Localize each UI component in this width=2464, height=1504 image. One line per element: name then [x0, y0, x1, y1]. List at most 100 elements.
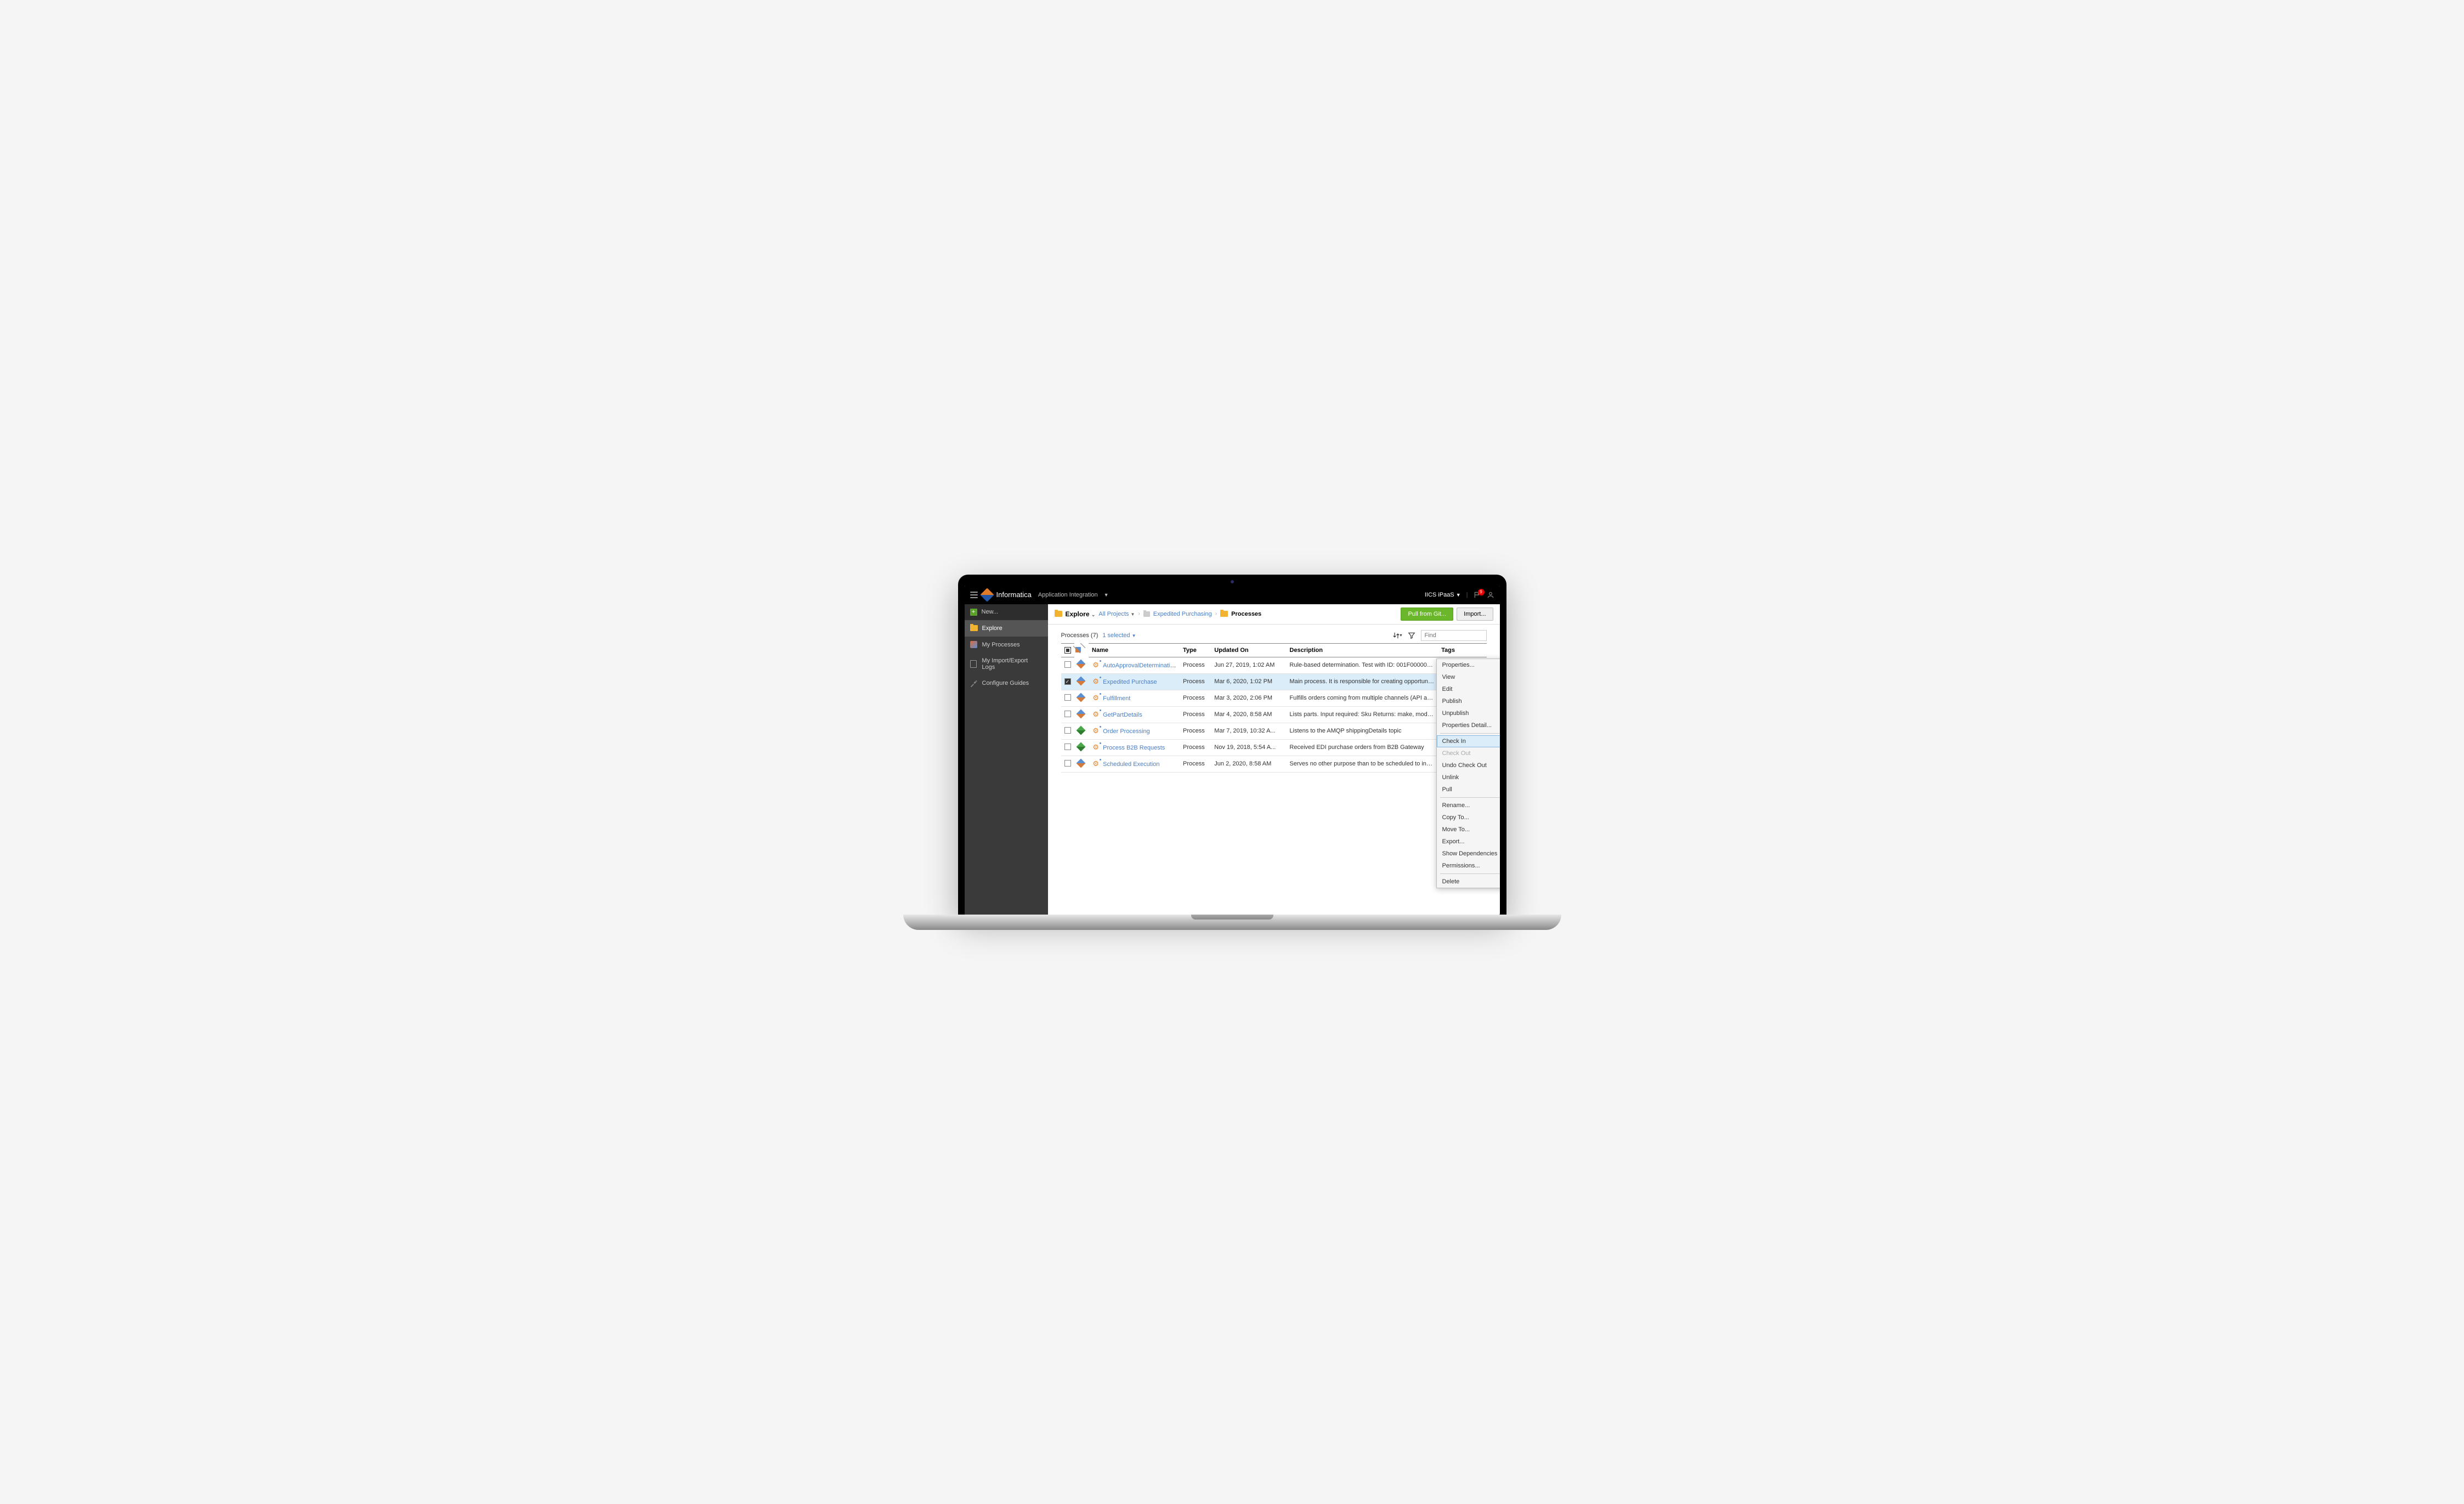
- process-icon: [970, 641, 978, 649]
- cell-type: Process: [1180, 756, 1211, 772]
- menu-separator: [1440, 873, 1500, 874]
- gear-icon: ⚙: [1092, 694, 1100, 702]
- sidebar-item-import-export-logs[interactable]: My Import/Export Logs: [965, 653, 1048, 675]
- menu-item-properties-detail[interactable]: Properties Detail...: [1437, 719, 1500, 731]
- sidebar-item-label: Explore: [982, 625, 1002, 632]
- cell-updated: Nov 19, 2018, 5:54 A...: [1211, 739, 1286, 756]
- row-checkbox[interactable]: [1064, 694, 1071, 701]
- sidebar-item-my-processes[interactable]: My Processes: [965, 637, 1048, 653]
- menu-item-pull[interactable]: Pull: [1437, 784, 1500, 796]
- breadcrumb-mid[interactable]: Expedited Purchasing: [1153, 611, 1212, 617]
- cell-updated: Jun 2, 2020, 8:58 AM: [1211, 756, 1286, 772]
- gear-icon: ⚙: [1092, 711, 1100, 718]
- row-checkbox[interactable]: [1064, 760, 1071, 767]
- menu-item-unlink[interactable]: Unlink: [1437, 771, 1500, 784]
- gear-icon: ⚙: [1092, 727, 1100, 735]
- gear-icon: ⚙: [1092, 678, 1100, 685]
- chevron-down-icon[interactable]: ▼: [1104, 592, 1109, 598]
- col-name[interactable]: Name: [1089, 643, 1180, 657]
- col-desc[interactable]: Description: [1286, 643, 1438, 657]
- plus-icon: +: [970, 609, 977, 616]
- sidebar-item-label: My Processes: [982, 642, 1020, 648]
- col-tags[interactable]: Tags: [1438, 643, 1486, 657]
- menu-item-edit[interactable]: Edit: [1437, 683, 1500, 695]
- process-name-link[interactable]: Expedited Purchase: [1103, 679, 1157, 685]
- status-diamond-icon: [1076, 742, 1085, 751]
- menu-item-copy-to[interactable]: Copy To...: [1437, 811, 1500, 824]
- user-icon[interactable]: [1487, 591, 1494, 599]
- menu-item-check-in[interactable]: Check In: [1437, 735, 1500, 747]
- process-name-link[interactable]: GetPartDetails: [1103, 712, 1142, 718]
- pull-from-git-button[interactable]: Pull from Git...: [1401, 608, 1453, 621]
- menu-item-view[interactable]: View: [1437, 671, 1500, 683]
- chevron-right-icon: ›: [1138, 611, 1140, 617]
- menu-item-rename[interactable]: Rename...: [1437, 799, 1500, 811]
- sidebar-item-configure-guides[interactable]: Configure Guides: [965, 675, 1048, 691]
- menu-item-unpublish[interactable]: Unpublish: [1437, 707, 1500, 719]
- sidebar-new[interactable]: + New...: [965, 604, 1048, 620]
- col-select-all[interactable]: [1061, 643, 1074, 657]
- cell-type: Process: [1180, 723, 1211, 739]
- process-name-link[interactable]: Scheduled Execution: [1103, 761, 1159, 768]
- status-diamond-icon: [1076, 725, 1085, 735]
- menu-item-move-to[interactable]: Move To...: [1437, 824, 1500, 836]
- sidebar-item-explore[interactable]: Explore: [965, 620, 1048, 637]
- table-row[interactable]: ⚙ GetPartDetails Process Mar 4, 2020, 8:…: [1061, 706, 1487, 723]
- menu-item-permissions[interactable]: Permissions...: [1437, 860, 1500, 872]
- list-title: Processes (7): [1061, 632, 1098, 639]
- sidebar-item-label: Configure Guides: [982, 680, 1029, 686]
- cell-desc: Fulfills orders coming from multiple cha…: [1286, 690, 1438, 706]
- menu-item-undo-check-out[interactable]: Undo Check Out: [1437, 759, 1500, 771]
- sidebar-new-label: New...: [982, 609, 999, 615]
- breadcrumb-leaf: Processes: [1231, 611, 1261, 617]
- app-name-label[interactable]: Application Integration: [1038, 592, 1098, 598]
- table-row[interactable]: ⚙ Order Processing Process Mar 7, 2019, …: [1061, 723, 1487, 739]
- col-type[interactable]: Type: [1180, 643, 1211, 657]
- informatica-logo-icon: [980, 588, 994, 601]
- menu-item-delete[interactable]: Delete: [1437, 876, 1500, 888]
- import-button[interactable]: Import...: [1457, 608, 1493, 621]
- sort-icon[interactable]: ▾: [1392, 631, 1402, 640]
- table-row[interactable]: ⚙ Fulfillment Process Mar 3, 2020, 2:06 …: [1061, 690, 1487, 706]
- process-name-link[interactable]: AutoApprovalDetermination: [1103, 662, 1177, 669]
- notification-badge: 9: [1478, 589, 1485, 595]
- list-header: Processes (7) 1 selected ▼ ▾: [1048, 625, 1500, 643]
- row-checkbox[interactable]: [1064, 744, 1071, 750]
- org-switcher[interactable]: IICS iPaaS ▼: [1425, 592, 1461, 598]
- table-row[interactable]: ⚙ AutoApprovalDetermination Process Jun …: [1061, 657, 1487, 673]
- table-row[interactable]: ✓ ⚙ Expedited Purchase Process Mar 6, 20…: [1061, 673, 1487, 690]
- menu-item-publish[interactable]: Publish: [1437, 695, 1500, 707]
- cell-updated: Mar 7, 2019, 10:32 A...: [1211, 723, 1286, 739]
- menu-item-export[interactable]: Export...: [1437, 836, 1500, 848]
- row-checkbox[interactable]: [1064, 661, 1071, 668]
- processes-table: Name Type Updated On Description Tags ⚙ …: [1061, 643, 1487, 773]
- notifications-icon[interactable]: 9: [1474, 591, 1481, 599]
- table-row[interactable]: ⚙ Process B2B Requests Process Nov 19, 2…: [1061, 739, 1487, 756]
- status-diamond-icon: [1076, 758, 1085, 768]
- top-bar: Informatica Application Integration ▼ II…: [965, 586, 1500, 604]
- table-row[interactable]: ⚙ Scheduled Execution Process Jun 2, 202…: [1061, 756, 1487, 772]
- process-name-link[interactable]: Fulfillment: [1103, 695, 1130, 702]
- selected-count[interactable]: 1 selected ▼: [1102, 632, 1136, 639]
- status-diamond-icon: [1076, 660, 1085, 669]
- menu-item-properties[interactable]: Properties...: [1437, 659, 1500, 671]
- explore-dropdown[interactable]: Explore ⌄: [1066, 610, 1096, 618]
- row-checkbox[interactable]: [1064, 711, 1071, 717]
- col-updated[interactable]: Updated On: [1211, 643, 1286, 657]
- wrench-icon: [970, 679, 978, 687]
- find-input[interactable]: [1421, 630, 1487, 641]
- table-container: Name Type Updated On Description Tags ⚙ …: [1048, 643, 1500, 915]
- chevron-right-icon: ›: [1215, 611, 1217, 617]
- breadcrumb-all-projects[interactable]: All Projects ▼: [1098, 611, 1135, 617]
- gear-icon: ⚙: [1092, 661, 1100, 669]
- menu-item-show-dependencies[interactable]: Show Dependencies: [1437, 848, 1500, 860]
- row-checkbox[interactable]: [1064, 727, 1071, 734]
- laptop-camera: [1231, 580, 1234, 583]
- menu-icon[interactable]: [970, 592, 978, 598]
- process-name-link[interactable]: Process B2B Requests: [1103, 745, 1165, 751]
- process-name-link[interactable]: Order Processing: [1103, 728, 1150, 735]
- row-checkbox[interactable]: ✓: [1064, 678, 1071, 685]
- cell-desc: Main process. It is responsible for crea…: [1286, 673, 1438, 690]
- filter-icon[interactable]: [1407, 631, 1417, 640]
- document-icon: [970, 660, 978, 668]
